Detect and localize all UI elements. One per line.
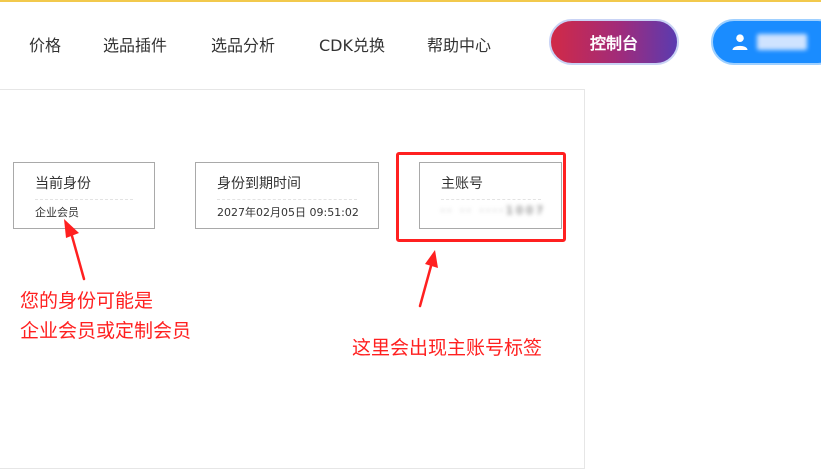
annotation-identity-line2: 企业会员或定制会员 <box>20 320 192 342</box>
nav-item-pricing[interactable]: 价格 <box>29 32 61 56</box>
console-button-label: 控制台 <box>589 34 638 53</box>
main-account-highlight-box <box>396 152 566 242</box>
expiry-card-value: 2027年02月05日 09:51:02 <box>217 206 359 219</box>
top-navigation: 价格 选品插件 选品分析 CDK兑换 帮助中心 控制台 <box>0 2 821 90</box>
nav-item-analysis[interactable]: 选品分析 <box>211 32 275 56</box>
user-icon <box>732 34 748 50</box>
account-panel: 当前身份 企业会员 身份到期时间 2027年02月05日 09:51:02 主账… <box>0 89 585 469</box>
console-button[interactable]: 控制台 <box>549 19 679 65</box>
annotation-identity-line1: 您的身份可能是 <box>20 290 154 312</box>
annotation-main-account: 这里会出现主账号标签 <box>352 337 543 359</box>
expiry-card: 身份到期时间 2027年02月05日 09:51:02 <box>195 162 379 229</box>
user-name-masked <box>757 34 807 50</box>
identity-card-value: 企业会员 <box>35 206 79 219</box>
user-account-button[interactable] <box>711 19 821 65</box>
identity-card-title: 当前身份 <box>35 173 133 200</box>
nav-item-cdk[interactable]: CDK兑换 <box>319 32 385 56</box>
nav-item-plugin[interactable]: 选品插件 <box>103 32 167 56</box>
nav-item-help[interactable]: 帮助中心 <box>427 32 491 56</box>
identity-card: 当前身份 企业会员 <box>13 162 155 229</box>
expiry-card-title: 身份到期时间 <box>217 173 357 200</box>
